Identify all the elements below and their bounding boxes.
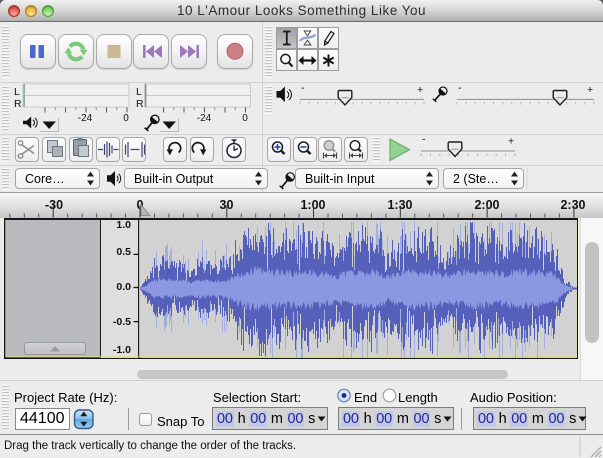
svg-text:-: - [301,82,305,94]
svg-text:L: L [14,86,20,98]
svg-text:0: 0 [242,113,248,124]
svg-text:-24: -24 [197,113,212,124]
svg-text:-: - [458,82,462,94]
svg-text:-24: -24 [78,113,93,124]
svg-text:R: R [136,98,144,110]
svg-text:+: + [417,84,423,96]
svg-text:0: 0 [123,113,129,124]
svg-text:-: - [422,134,426,146]
svg-text:L: L [136,86,142,98]
svg-text:R: R [14,98,22,110]
svg-text:+: + [587,84,593,96]
svg-text:+: + [508,136,514,148]
